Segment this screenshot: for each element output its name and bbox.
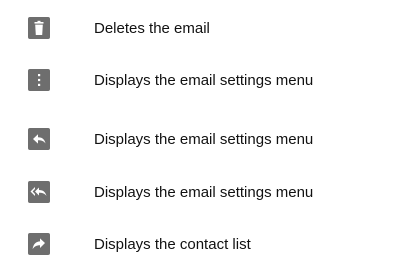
trash-icon xyxy=(28,17,50,39)
reply-all-icon xyxy=(28,181,50,203)
legend-item-label: Displays the contact list xyxy=(94,236,251,253)
legend-item-label: Displays the email settings menu xyxy=(94,72,314,89)
legend-item-more: Displays the email settings menu xyxy=(0,69,396,93)
more-vertical-icon xyxy=(28,69,50,91)
legend-item-delete: Deletes the email xyxy=(0,17,396,41)
legend-item-forward: Displays the contact list xyxy=(0,233,396,257)
reply-icon xyxy=(28,128,50,150)
legend-item-label: Displays the email settings menu xyxy=(94,131,314,148)
legend-item-reply: Displays the email settings menu xyxy=(0,128,396,152)
legend-item-label: Deletes the email xyxy=(94,20,210,37)
legend-item-reply-all: Displays the email settings menu xyxy=(0,181,396,205)
legend-item-label: Displays the email settings menu xyxy=(94,184,314,201)
forward-icon xyxy=(28,233,50,255)
